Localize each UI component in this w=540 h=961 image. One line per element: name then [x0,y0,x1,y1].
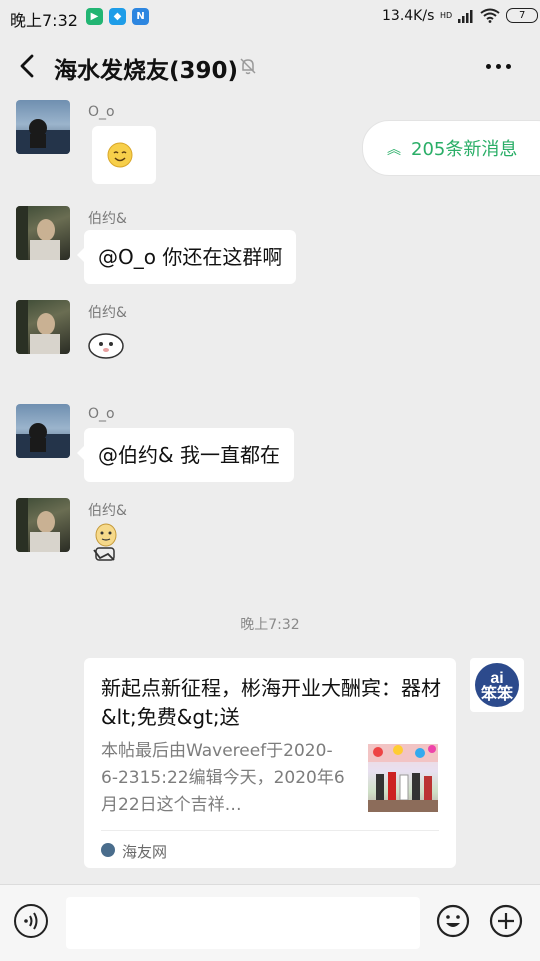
avatar[interactable] [16,206,70,260]
more-dot-icon [496,64,501,69]
sender-name: O_o [88,406,115,422]
time-divider: 晚上7:32 [240,617,300,633]
new-messages-label: 205条新消息 [411,139,518,160]
status-bar: 晚上7:32 ▶ ◆ N 13.4K/s HD 7 [0,0,540,34]
voice-input-button[interactable] [14,904,48,938]
text-message-bubble[interactable]: @O_o 你还在这群啊 [76,230,297,284]
smiling-emoji-icon [107,142,133,168]
avatar[interactable] [16,100,70,154]
more-dot-icon [486,64,491,69]
link-card-source: 海友网 [122,843,168,861]
more-dot-icon [506,64,511,69]
hd-label: HD [440,11,453,20]
thumbnail-image-icon [368,744,438,812]
sender-name: 伯约& [88,211,127,227]
signal-icon [458,9,473,23]
avatar[interactable] [16,300,70,354]
status-app-icons: ▶ ◆ N [86,8,149,25]
avatar-photo-icon [16,119,70,154]
message-text-input[interactable] [66,897,420,949]
ai-benben-logo-icon: ai 笨笨 [475,663,519,707]
avatar-photo-icon [16,498,60,552]
sticker-message[interactable] [92,126,156,184]
thinking-sticker-icon[interactable] [86,520,126,564]
avatar[interactable] [16,498,70,552]
link-card-description: 本帖最后由Wavereef于2020-6-2315:22编辑今天，2020年6月… [101,741,345,815]
self-avatar[interactable]: ai 笨笨 [470,658,524,712]
weixin-icon: ◆ [109,8,126,25]
chat-title: 海水发烧友(390) [54,58,239,84]
emoji-button[interactable] [436,904,470,938]
status-time: 晚上7:32 [10,11,78,30]
avatar-photo-icon [16,423,70,458]
message-input-bar [0,884,540,961]
face-sticker-icon[interactable] [86,324,126,364]
iqiyi-icon: ▶ [86,8,103,25]
double-chevron-up-icon: ︽ [387,142,401,158]
sender-name: 伯约& [88,503,127,519]
battery-icon: 7 [506,8,539,23]
mute-bell-icon [240,58,256,75]
back-button[interactable] [12,50,42,82]
more-options-button[interactable] [486,64,511,69]
sender-name: 伯约& [88,305,127,321]
avatar[interactable] [16,404,70,458]
text-message-bubble[interactable]: @伯约& 我一直都在 [77,428,294,482]
divider [101,830,439,831]
link-card-message[interactable]: 新起点新征程，彬海开业大酬宾：器材&lt;免费&gt;送 本帖最后由Wavere… [84,658,456,868]
new-messages-button[interactable]: ︽ 205条新消息 [362,120,540,176]
link-card-title: 新起点新征程，彬海开业大酬宾：器材&lt;免费&gt;送 [101,676,441,729]
n-app-icon: N [132,8,149,25]
link-card-thumbnail [368,744,438,812]
more-functions-button[interactable] [489,904,523,938]
avatar-photo-icon [16,300,60,354]
wifi-icon [480,8,500,23]
source-logo-icon [101,843,115,857]
chat-header: 海水发烧友(390) [0,34,540,98]
avatar-photo-icon [16,206,60,260]
sender-name: O_o [88,104,115,120]
network-speed: 13.4K/s [382,8,435,24]
voice-icon [24,912,38,930]
chat-message-list[interactable]: O_o 伯约& @O_o 你还在这群啊 伯约& O_o @伯约& 我一直都在 伯… [0,98,540,884]
